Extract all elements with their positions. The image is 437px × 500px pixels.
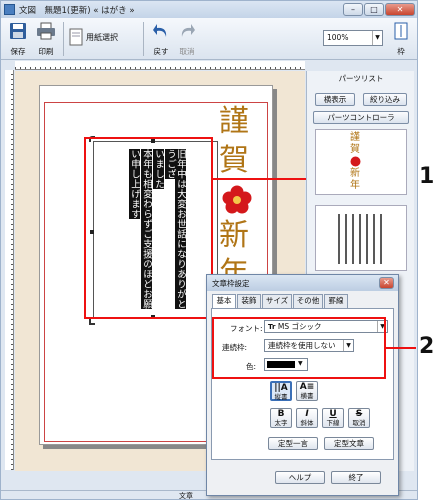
fit-frame-button[interactable]: 枠 <box>389 20 413 58</box>
thumb-greeting[interactable]: 謹 賀 新 年 <box>315 129 407 195</box>
thumb-message[interactable] <box>315 205 407 271</box>
print-label: 印刷 <box>38 47 54 56</box>
redo-button[interactable]: 取消 <box>175 20 199 58</box>
maximize-button[interactable]: □ <box>364 3 384 16</box>
floppy-icon <box>10 23 26 39</box>
fit-frame-label: 枠 <box>397 47 405 56</box>
greeting-char-3: 新 <box>219 218 249 253</box>
horizontal-writing-label: 横書 <box>300 392 314 400</box>
close-button[interactable]: ✕ <box>385 3 415 16</box>
toolbar-separator <box>143 22 144 56</box>
tab-basic[interactable]: 基本 <box>212 294 236 309</box>
thumb-char: 新 <box>350 168 360 179</box>
greeting-char-1: 謹 <box>219 104 249 139</box>
vertical-writing-label: 縦書 <box>274 393 288 401</box>
save-button[interactable]: 保存 <box>5 20 31 58</box>
strikethrough-label: 取消 <box>352 419 366 427</box>
toolbar: 保存 印刷 用紙選択 戻す 取消 100% ▼ 枠 <box>1 18 417 60</box>
redo-label: 取消 <box>179 47 195 56</box>
finish-button[interactable]: 終了 <box>331 471 381 484</box>
tab-other[interactable]: その他 <box>293 294 323 308</box>
tab-decoration[interactable]: 装飾 <box>237 294 261 308</box>
printer-icon <box>37 22 55 40</box>
preset-phrase-button[interactable]: 定型一言 <box>268 437 318 450</box>
thumb-char: 賀 <box>350 144 360 155</box>
parts-controller-button[interactable]: パーツコントローラ <box>313 111 409 124</box>
undo-label: 戻す <box>153 47 169 56</box>
thumb-char: 謹 <box>350 132 360 143</box>
vertical-writing-button[interactable]: ||A 縦書 <box>270 381 292 401</box>
strikethrough-button[interactable]: S 取消 <box>348 408 370 428</box>
rotate-handle[interactable] <box>89 319 95 325</box>
fit-frame-icon <box>394 22 408 40</box>
redo-arrow-icon <box>181 24 195 37</box>
undo-button[interactable]: 戻す <box>149 20 173 58</box>
italic-button[interactable]: I 斜体 <box>296 408 318 428</box>
print-button[interactable]: 印刷 <box>33 20 59 58</box>
strikethrough-icon: S <box>355 409 363 419</box>
bold-icon: B <box>277 409 285 419</box>
underline-label: 下線 <box>326 419 340 427</box>
italic-label: 斜体 <box>300 419 314 427</box>
help-button[interactable]: ヘルプ <box>275 471 325 484</box>
paper-select-label: 用紙選択 <box>86 33 118 42</box>
underline-button[interactable]: U 下線 <box>322 408 344 428</box>
thumb-plum-icon <box>350 156 361 167</box>
paper-icon <box>69 28 83 46</box>
toolbar-separator <box>63 22 64 56</box>
minimize-button[interactable]: – <box>343 3 363 16</box>
callout-number-1: 1 <box>419 164 435 189</box>
zoom-value: 100% <box>327 33 349 42</box>
window-title: 文図 無題1(更新) « はがき » <box>19 6 135 16</box>
horizontal-writing-button[interactable]: A≡ 横書 <box>296 381 318 401</box>
underline-icon: U <box>329 409 337 419</box>
dialog-close-button[interactable]: ✕ <box>379 277 394 289</box>
plum-blossom-icon <box>222 185 252 214</box>
bold-button[interactable]: B 太字 <box>270 408 292 428</box>
app-icon <box>4 4 15 15</box>
italic-icon: I <box>305 409 309 419</box>
thumb-char: 年 <box>350 180 360 191</box>
callout-2-frame <box>212 317 386 379</box>
undo-arrow-icon <box>153 24 167 37</box>
thumb-text-lines <box>338 214 386 264</box>
callout-number-2: 2 <box>419 334 435 359</box>
chevron-down-icon: ▼ <box>372 31 382 45</box>
zoom-select[interactable]: 100% ▼ <box>323 30 383 46</box>
paper-select-button[interactable]: 用紙選択 <box>69 26 139 50</box>
greeting-char-2: 賀 <box>219 143 249 178</box>
vertical-ruler <box>5 70 14 470</box>
bold-label: 太字 <box>274 419 288 427</box>
dialog-title-bar: 文章枠設定 ✕ <box>207 275 398 291</box>
tab-border[interactable]: 罫線 <box>324 294 348 308</box>
title-bar: 文図 無題1(更新) « はがき » – □ ✕ <box>1 1 417 18</box>
preset-text-button[interactable]: 定型文章 <box>324 437 374 450</box>
vertical-text-icon: ||A <box>274 383 288 393</box>
horizontal-ruler <box>15 61 305 70</box>
status-text: 文章 <box>179 492 193 500</box>
horizontal-text-icon: A≡ <box>299 382 315 392</box>
dialog-title: 文章枠設定 <box>212 279 250 288</box>
text-frame-settings-dialog: 文章枠設定 ✕ 基本 装飾 サイズ その他 罫線 フォント: Tr MS ゴシッ… <box>206 274 399 496</box>
callout-1-frame <box>84 137 213 319</box>
callout-2-leader <box>386 347 416 349</box>
parts-list-title: パーツリスト <box>338 74 384 83</box>
save-label: 保存 <box>10 47 26 56</box>
show-horizontal-button[interactable]: 横表示 <box>315 93 355 106</box>
tab-size[interactable]: サイズ <box>262 294 292 308</box>
filter-button[interactable]: 絞り込み <box>363 93 407 106</box>
